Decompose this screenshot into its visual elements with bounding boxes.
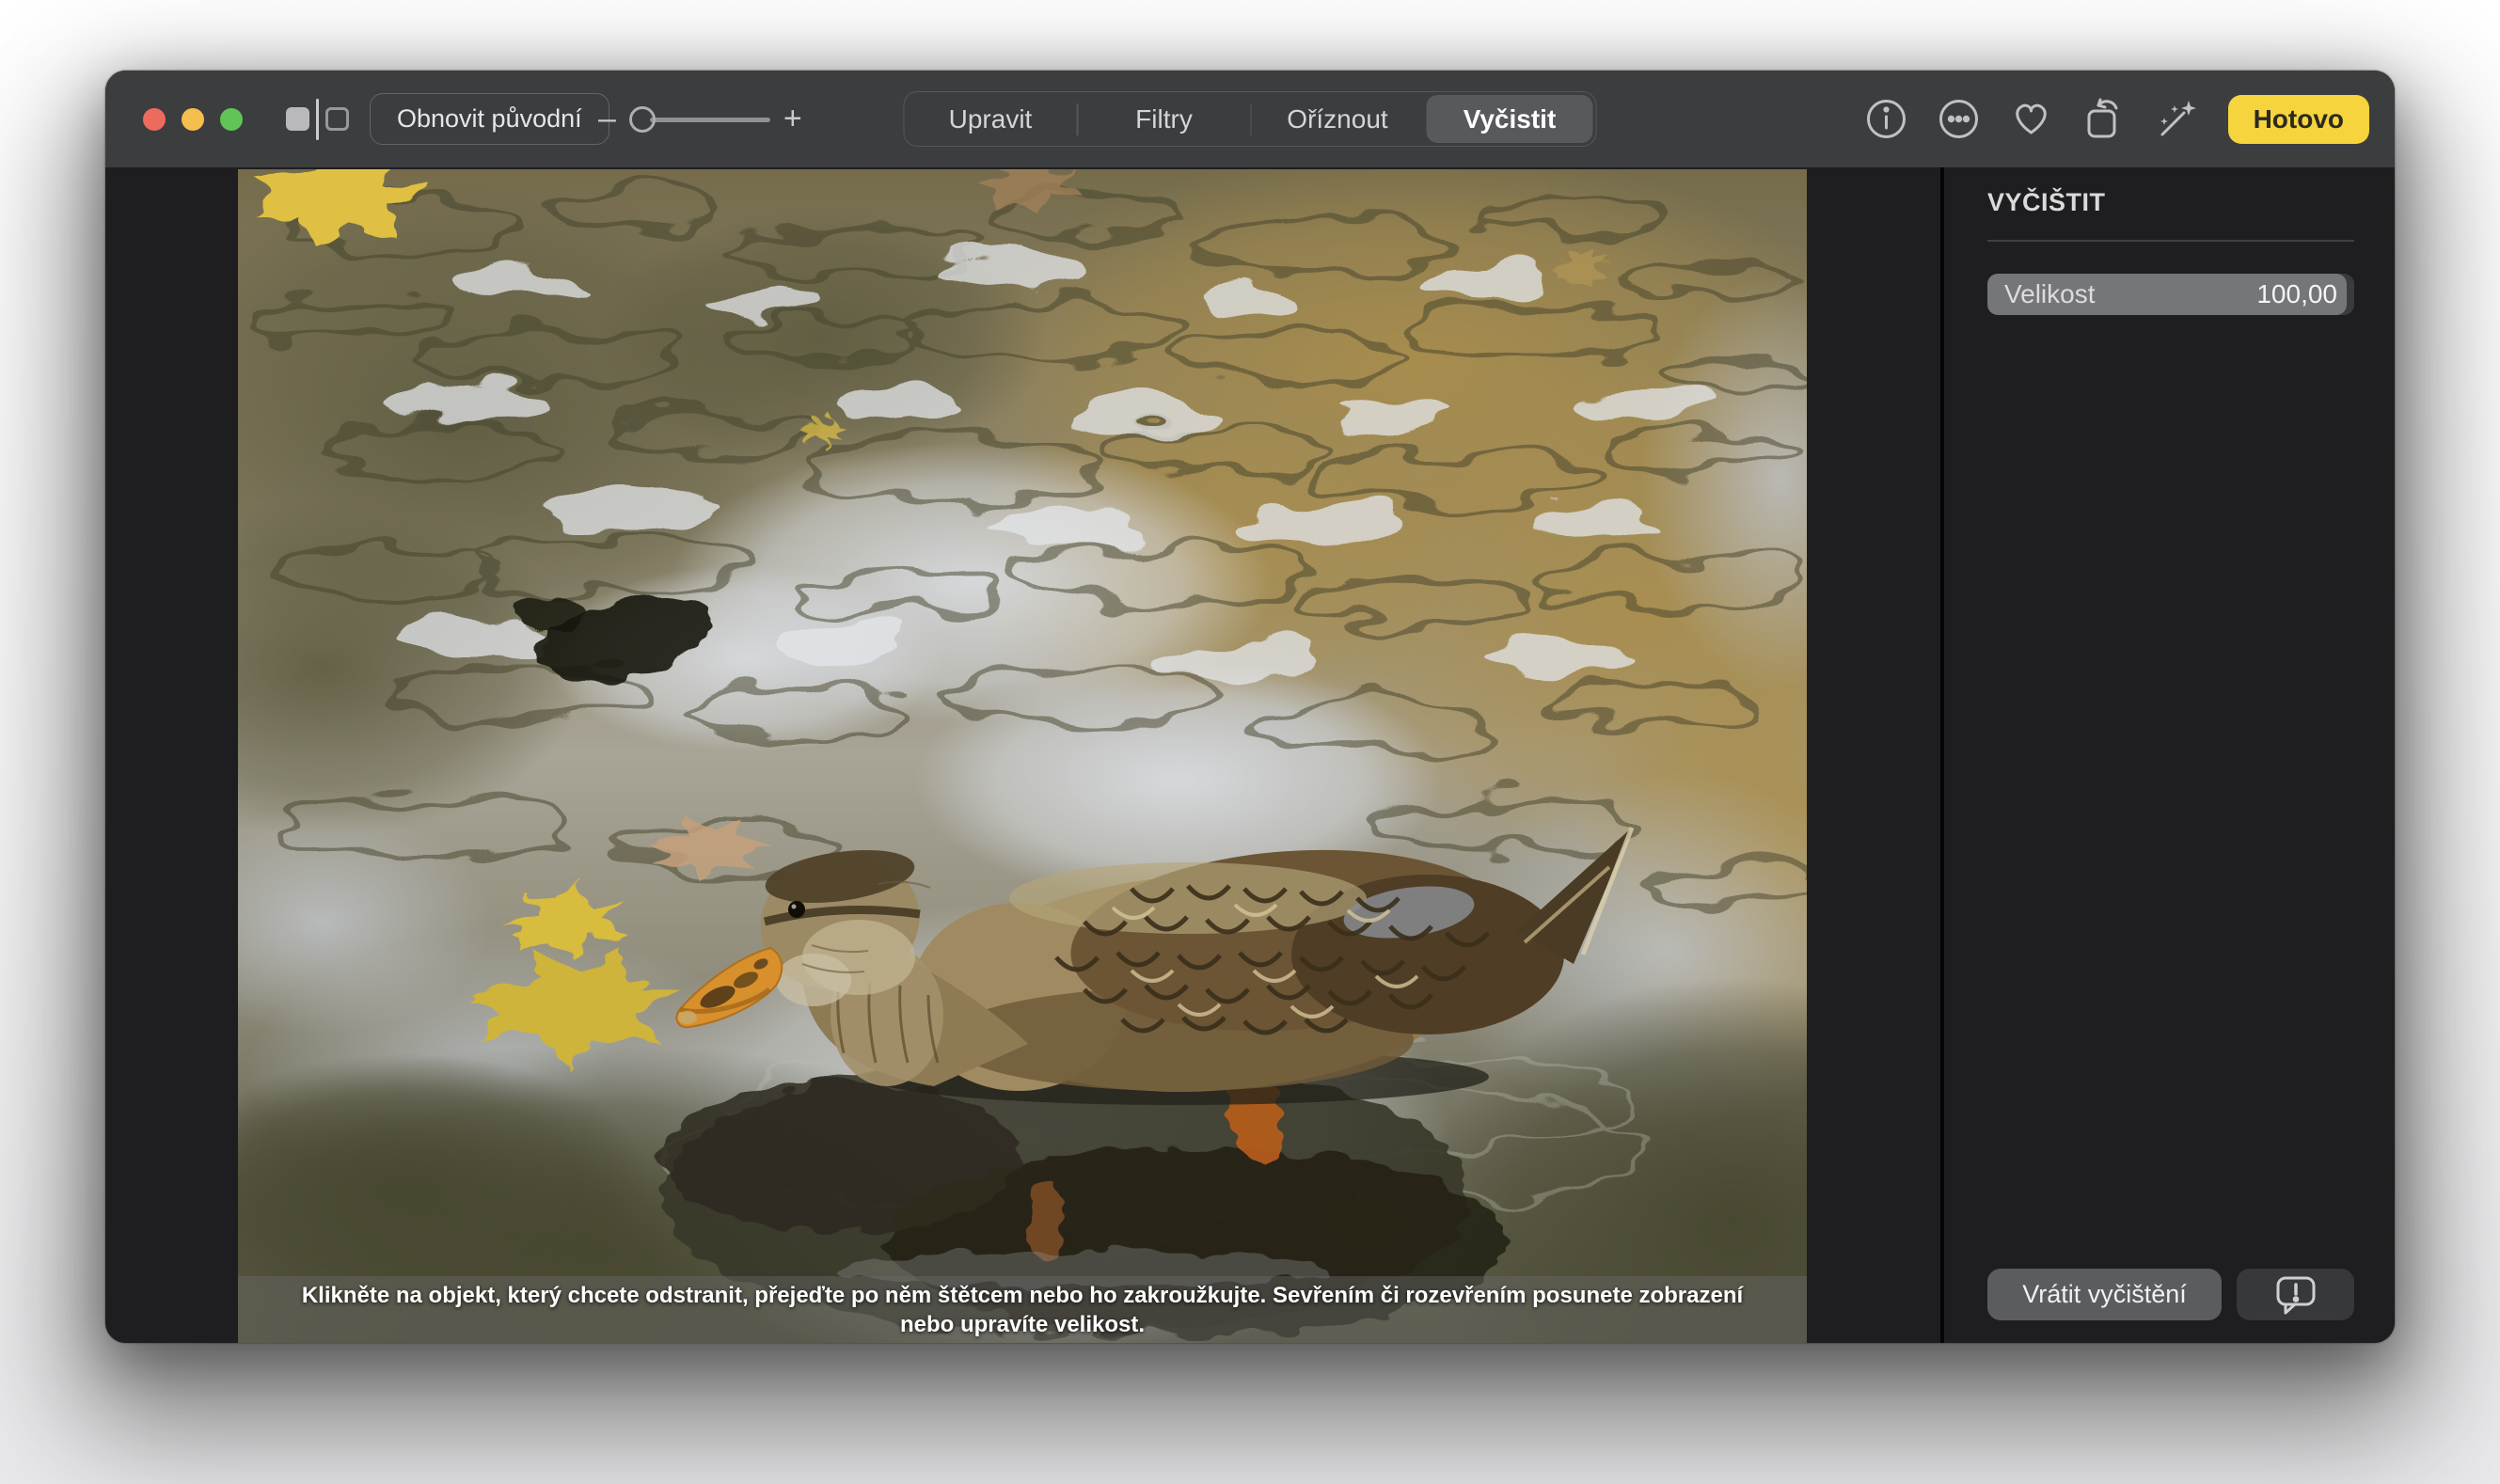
rotate-icon[interactable] <box>2081 97 2126 141</box>
auto-enhance-icon[interactable] <box>2154 97 2198 141</box>
tab-filtry[interactable]: Filtry <box>1078 92 1250 146</box>
sidebar-bottom-actions: Vrátit vyčištění <box>1987 1269 2354 1320</box>
zoom-out-button[interactable]: – <box>598 101 616 137</box>
tab-upravit[interactable]: Upravit <box>905 92 1077 146</box>
zoom-control: – + <box>598 71 802 167</box>
duck-photo <box>238 169 1807 1343</box>
sidebar-rule <box>1987 240 2354 242</box>
undo-cleanup-label: Vrátit vyčištění <box>2022 1280 2187 1309</box>
compare-after-icon <box>325 107 349 131</box>
photo-viewer: Klikněte na objekt, který chcete odstran… <box>105 167 1940 1343</box>
undo-cleanup-button[interactable]: Vrátit vyčištění <box>1987 1269 2222 1320</box>
compare-toggle[interactable] <box>286 71 349 167</box>
close-button[interactable] <box>143 108 166 131</box>
restore-original-label: Obnovit původní <box>397 104 582 134</box>
zoom-in-button[interactable]: + <box>783 101 802 137</box>
zoom-slider[interactable] <box>629 105 770 134</box>
feedback-button[interactable] <box>2237 1269 2354 1320</box>
tab-vycistit[interactable]: Vyčistit <box>1424 92 1596 146</box>
zoom-slider-track[interactable] <box>650 118 770 122</box>
more-icon[interactable] <box>1937 97 1981 141</box>
feedback-icon <box>2275 1275 2317 1315</box>
brush-size-label: Velikost <box>2004 279 2096 309</box>
photos-app-window: Obnovit původní – + Upravit Filtry Ořízn… <box>105 71 2395 1343</box>
titlebar-tools: Hotovo <box>1864 71 2369 167</box>
brush-size-value: 100,00 <box>2256 279 2337 309</box>
restore-original-button[interactable]: Obnovit původní <box>370 93 609 145</box>
sidebar-section-title: VYČIŠTIT <box>1987 188 2354 217</box>
photo-canvas[interactable]: Klikněte na objekt, který chcete odstran… <box>238 169 1807 1343</box>
minimize-button[interactable] <box>182 108 204 131</box>
done-button[interactable]: Hotovo <box>2228 95 2369 144</box>
cleanup-instruction: Klikněte na objekt, který chcete odstran… <box>238 1276 1807 1343</box>
compare-divider-icon <box>316 99 319 140</box>
done-label: Hotovo <box>2254 104 2344 134</box>
zoom-slider-knob[interactable] <box>629 106 656 133</box>
instruction-line-2: nebo upravíte velikost. <box>238 1310 1807 1339</box>
titlebar: Obnovit původní – + Upravit Filtry Ořízn… <box>105 71 2395 167</box>
fullscreen-button[interactable] <box>220 108 243 131</box>
window-controls <box>143 71 243 167</box>
cleanup-sidebar: VYČIŠTIT Velikost 100,00 Vrátit vyčištěn… <box>1944 167 2395 1343</box>
brush-size-slider[interactable]: Velikost 100,00 <box>1987 274 2354 315</box>
info-icon[interactable] <box>1864 97 1908 141</box>
edit-mode-tabs: Upravit Filtry Oříznout Vyčistit <box>904 91 1597 147</box>
instruction-line-1: Klikněte na objekt, který chcete odstran… <box>238 1281 1807 1310</box>
favorite-icon[interactable] <box>2009 97 2053 141</box>
tab-oriznout[interactable]: Oříznout <box>1252 92 1424 146</box>
content-area: Klikněte na objekt, který chcete odstran… <box>105 167 2395 1343</box>
compare-before-icon <box>286 107 309 131</box>
